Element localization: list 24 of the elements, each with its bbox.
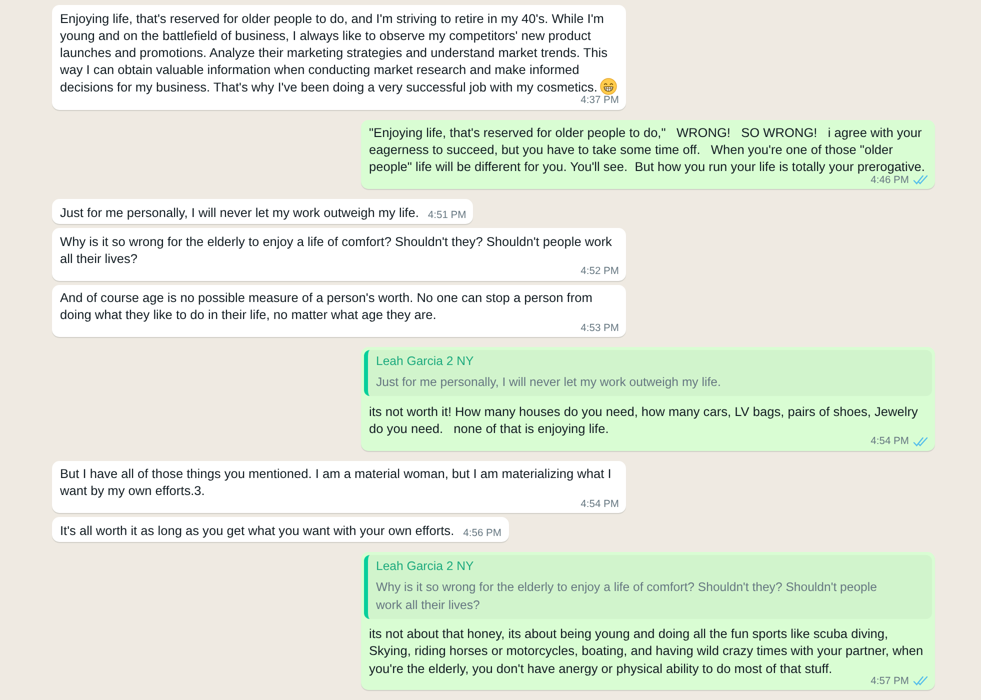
message-text: Just for me personally, I will never let my work outweigh my life. xyxy=(60,204,419,220)
message-time: 4:54 PM xyxy=(870,436,909,448)
message-text: And of course age is no possible measure of a person's worth. No one can stop a person from doing what they like to do in their life, no matter what age they are. xyxy=(60,290,594,322)
message-text: But I have all of those things you mentioned. I am a material woman, but I am materializing what I want by my own efforts.3. xyxy=(60,466,612,498)
message-time: 4:46 PM xyxy=(870,174,909,186)
message-time: 4:53 PM xyxy=(580,322,619,334)
message-time: 4:57 PM xyxy=(870,676,909,687)
message-time: 4:56 PM xyxy=(463,528,502,539)
message-time: 4:37 PM xyxy=(580,95,619,106)
quote-author: Leah Garcia 2 NY xyxy=(376,559,475,574)
message-time: 4:52 PM xyxy=(580,266,619,278)
message-text: Enjoying life, that's reserved for older people to do, and I'm striving to retire in my 40's. While I'm young and on the battlefield of business, I always like to observe my competitors' new product launches and promotions. Analyze their marketing strategies and understand market trends. This way I can obtain valuable information when conducting market research and make informed decisions for my business. That's why I've been doing a very successful job with my cosmetics. xyxy=(60,10,608,95)
quoted-message[interactable]: Leah Garcia 2 NY Why is it so wrong for the elderly to enjoy a life of comfort? Shouldn't they? Shouldn't people work all their lives? xyxy=(364,555,932,619)
message-text: It's all worth it as long as you get what you want with your own efforts. xyxy=(60,522,454,538)
message-time: 4:51 PM xyxy=(428,210,466,221)
quote-author: Leah Garcia 2 NY xyxy=(376,354,475,370)
quote-text: Why is it so wrong for the elderly to enjoy a life of comfort? Shouldn't they? Shouldn't people work all their lives? xyxy=(376,579,878,614)
quote-text: Just for me personally, I will never let my work outweigh my life. xyxy=(376,374,722,392)
message-text: its not about that honey, its about being young and doing all the fun sports like scuba diving, Skying, riding horses or motorcycles, boating, and having wild crazy times with your partner, when you're the elderly, you don't have anergy or physical ability to do most of that stuff. xyxy=(369,626,924,676)
message-time: 4:54 PM xyxy=(580,498,619,510)
message-text: Why is it so wrong for the elderly to enjoy a life of comfort? Shouldn't they? Shouldn't people work all their lives? xyxy=(60,234,613,266)
message-text: "Enjoying life, that's reserved for older people to do," WRONG! SO WRONG! i agree with your eagerness to succeed, but you have to take some time off. When you're one of those "older people" life will be different for you. You'll see. But how you run your life is totally your prerogative. xyxy=(369,125,926,174)
quoted-message[interactable]: Leah Garcia 2 NY Just for me personally, I will never let my work outweigh my life. xyxy=(364,350,932,396)
message-text: its not worth it! How many houses do you need, how many cars, LV bags, pairs of shoes, Jewelry do you need. none of that is enjoying life. xyxy=(369,404,919,436)
